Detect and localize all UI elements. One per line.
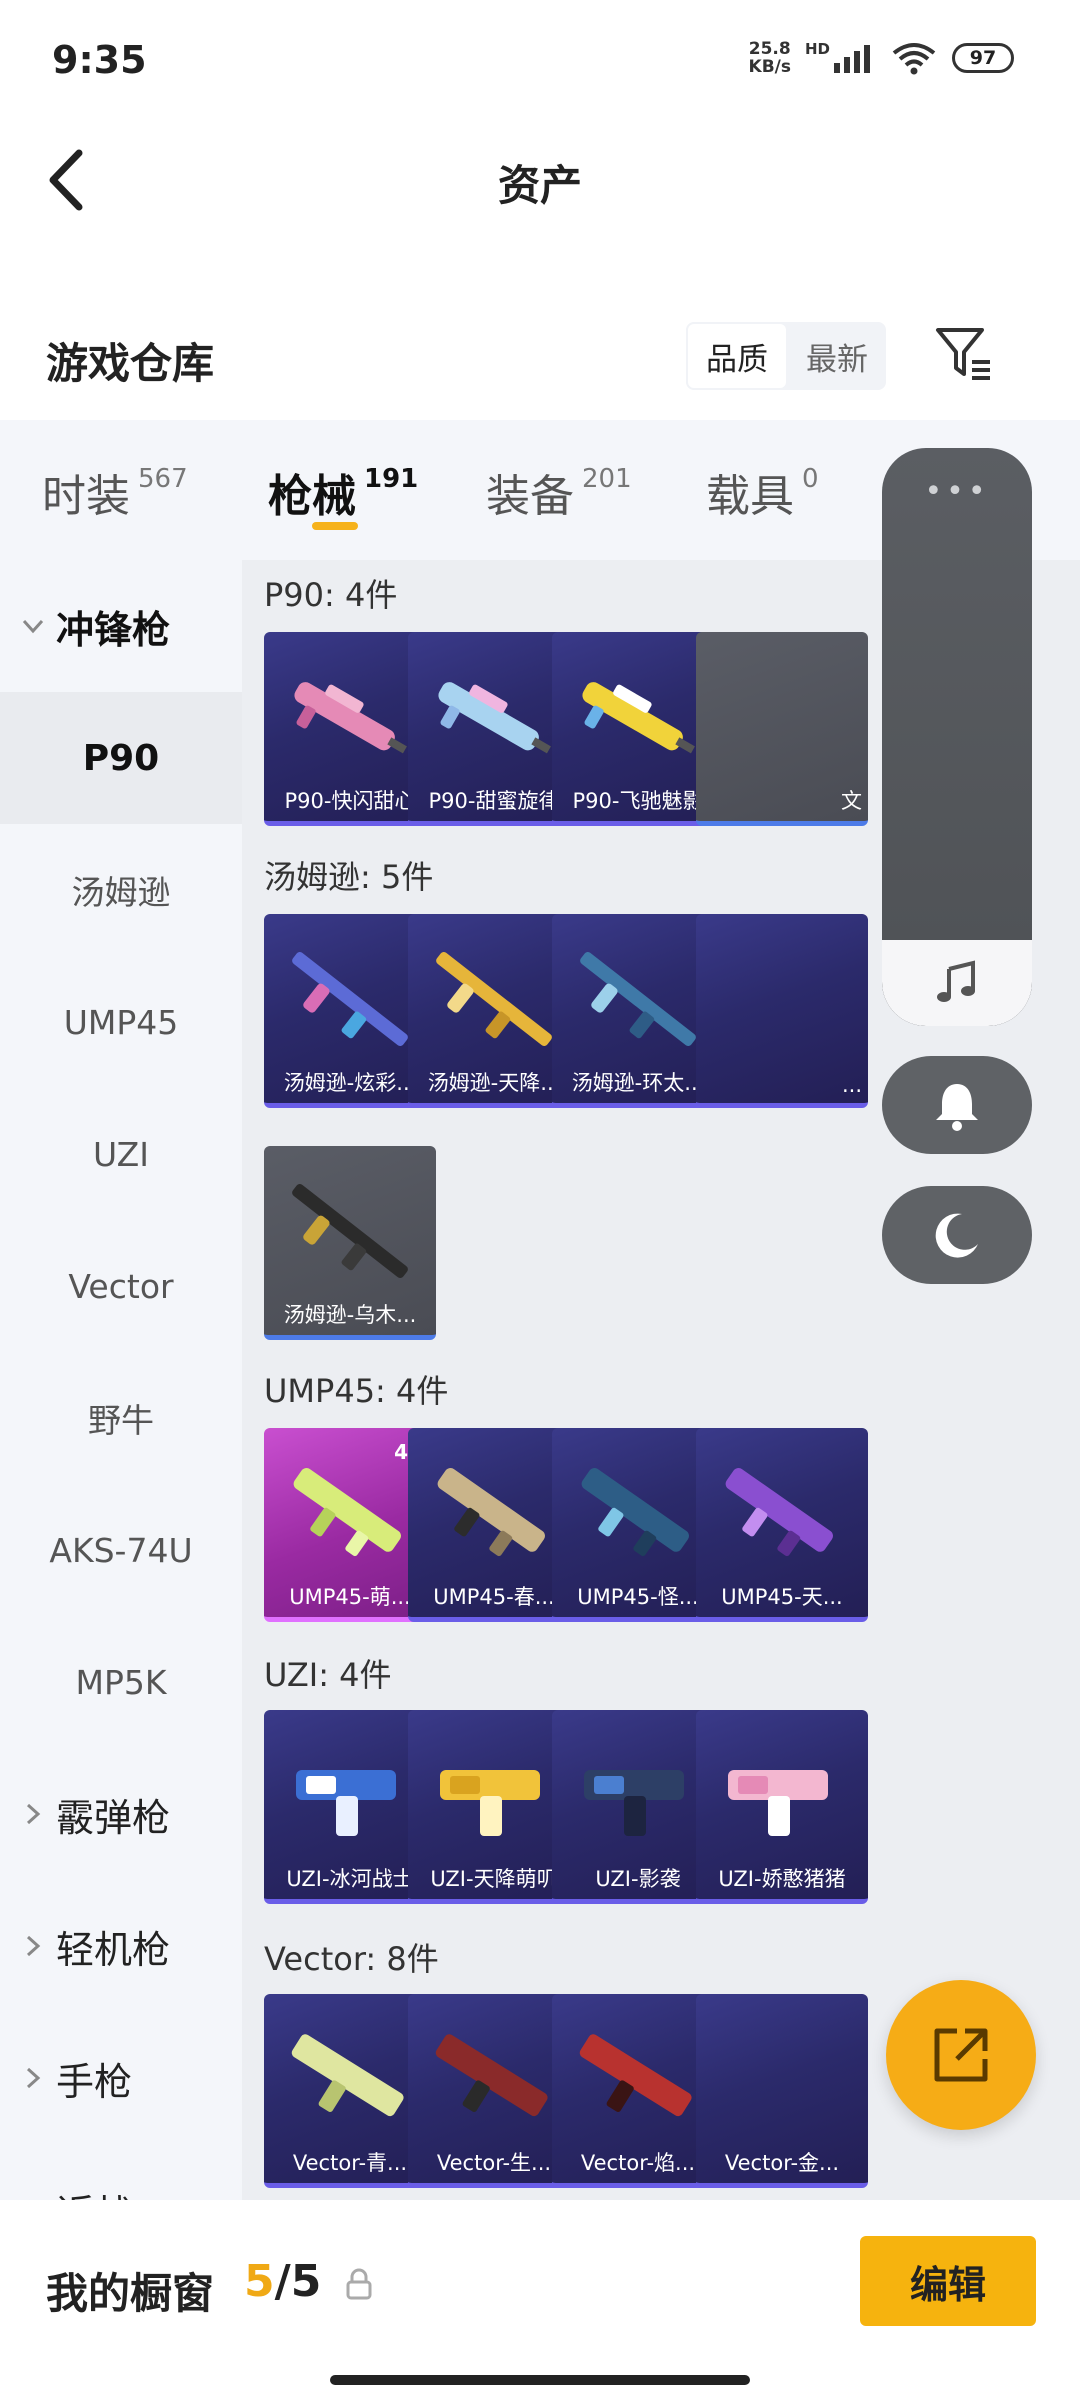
weapon-skin-image — [438, 682, 551, 754]
sidebar-item-aks74u[interactable]: AKS-74U — [0, 1484, 242, 1616]
sort-quality-button[interactable]: 品质 — [686, 322, 788, 390]
tab-equipment[interactable]: 装备 201 — [486, 460, 632, 524]
sidebar-group-pistol[interactable]: 手枪 — [0, 2012, 242, 2144]
section-title-uzi: UZI: 4件 — [264, 1656, 392, 1694]
showcase-label: 我的橱窗 — [46, 2269, 215, 2318]
tab-fashion[interactable]: 时装 567 — [42, 460, 188, 524]
weapon-skin-image — [440, 1770, 540, 1836]
hd-indicator: HD — [804, 40, 830, 58]
item-card[interactable]: 汤姆逊-乌木... — [264, 1146, 436, 1340]
sidebar-item-uzi[interactable]: UZI — [0, 1088, 242, 1220]
status-bar: 9:35 25.8 KB/s HD 97 — [0, 0, 1080, 130]
section-title-ump45: UMP45: 4件 — [264, 1372, 449, 1410]
status-time: 9:35 — [52, 38, 147, 82]
bell-button[interactable] — [882, 1056, 1032, 1154]
sort-newest-button[interactable]: 最新 — [788, 322, 886, 390]
warehouse-title: 游戏仓库 — [46, 339, 215, 388]
tab-vehicles[interactable]: 载具 0 — [706, 460, 819, 524]
music-button[interactable] — [882, 940, 1032, 1026]
dark-mode-button[interactable] — [882, 1186, 1032, 1284]
weapon-skin-image — [291, 2034, 404, 2117]
sidebar-group-lmg[interactable]: 轻机枪 — [0, 1880, 242, 2012]
sidebar-item-ump45[interactable]: UMP45 — [0, 956, 242, 1088]
item-card[interactable]: Vector-金... — [696, 1994, 868, 2188]
showcase-count: 5/5 — [244, 2256, 322, 2307]
chevron-right-icon — [26, 1935, 41, 1957]
edit-button[interactable]: 编辑 — [860, 2236, 1036, 2326]
status-icons: 25.8 KB/s HD 97 — [749, 40, 1014, 76]
weapon-skin-image — [584, 1770, 684, 1836]
filter-button[interactable] — [932, 322, 996, 386]
page-title: 资产 — [497, 161, 582, 210]
bell-icon — [936, 1084, 978, 1131]
chevron-right-icon — [26, 1803, 41, 1825]
weapon-skin-image — [292, 1184, 408, 1278]
weapon-skin-image — [294, 682, 407, 754]
weapon-skin-image — [728, 1770, 828, 1836]
sidebar-item-bizon[interactable]: 野牛 — [0, 1352, 242, 1484]
signal-icon — [834, 45, 870, 73]
weapon-skin-image — [296, 1770, 396, 1836]
sidebar-group-melee[interactable]: 近战 — [0, 2144, 242, 2200]
share-icon — [934, 2028, 988, 2082]
chevron-right-icon — [26, 2067, 41, 2089]
weapon-skin-image — [580, 952, 696, 1046]
floating-control-panel[interactable]: ••• — [882, 448, 1032, 1026]
share-button[interactable] — [886, 1980, 1036, 2130]
weapon-skin-image — [579, 2034, 692, 2117]
item-card[interactable]: UZI-娇憨猪猪 — [696, 1710, 868, 1904]
weapon-skin-image — [293, 1467, 401, 1557]
sidebar-item-vector[interactable]: Vector — [0, 1220, 242, 1352]
weapon-skin-image — [582, 682, 695, 754]
section-title-p90: P90: 4件 — [264, 576, 398, 614]
section-title-thompson: 汤姆逊: 5件 — [264, 858, 434, 896]
item-card[interactable]: ... — [696, 914, 868, 1108]
sidebar-group-shotgun[interactable]: 霰弹枪 — [0, 1748, 242, 1880]
category-sidebar: 冲锋枪 P90 汤姆逊 UMP45 UZI Vector 野牛 AKS-74U … — [0, 560, 242, 2200]
weapon-skin-image — [436, 952, 552, 1046]
chevron-down-icon — [22, 619, 44, 634]
filter-icon — [936, 328, 990, 380]
weapon-skin-image — [581, 1467, 689, 1557]
sidebar-group-smg[interactable]: 冲锋枪 — [0, 560, 242, 692]
moon-icon — [935, 1213, 978, 1258]
section-title-vector: Vector: 8件 — [264, 1940, 439, 1978]
lock-icon — [346, 2268, 372, 2300]
item-card[interactable]: UMP45-天... — [696, 1428, 868, 1622]
bottom-bar: 我的橱窗 5/5 编辑 — [0, 2200, 1080, 2400]
sidebar-item-mp5k[interactable]: MP5K — [0, 1616, 242, 1748]
battery-indicator: 97 — [952, 43, 1014, 73]
weapon-skin-image — [292, 952, 408, 1046]
tab-indicator — [312, 522, 358, 530]
sort-toggle: 品质 最新 — [686, 322, 886, 390]
item-card[interactable]: 文 — [696, 632, 868, 826]
music-note-icon — [937, 960, 975, 1002]
home-indicator — [330, 2375, 750, 2385]
weapon-skin-image — [435, 2034, 548, 2117]
weapon-skin-image — [725, 1467, 833, 1557]
more-icon[interactable]: ••• — [882, 474, 1032, 509]
network-speed: 25.8 KB/s — [748, 39, 791, 77]
wifi-icon — [892, 43, 936, 75]
sidebar-item-thompson[interactable]: 汤姆逊 — [0, 824, 242, 956]
tab-weapons[interactable]: 枪械 191 — [268, 460, 418, 524]
sidebar-item-p90[interactable]: P90 — [0, 692, 242, 824]
weapon-skin-image — [437, 1467, 545, 1557]
